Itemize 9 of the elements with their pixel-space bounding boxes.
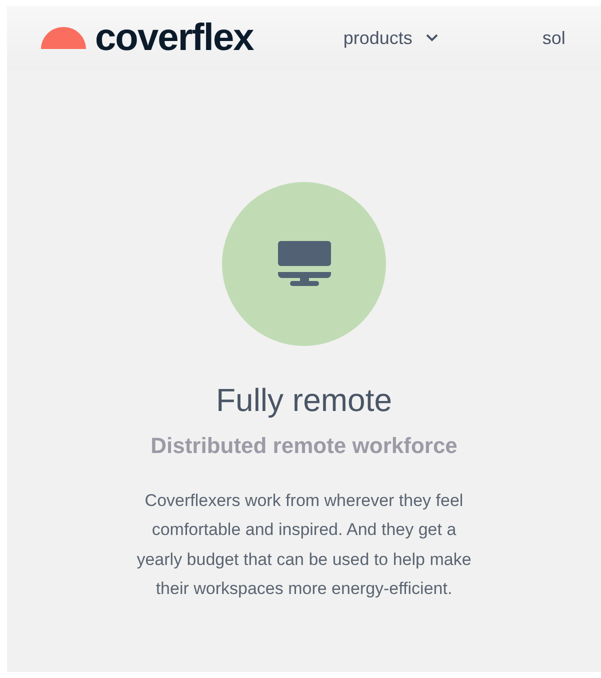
logo-icon xyxy=(41,27,86,49)
nav-link[interactable]: sol xyxy=(542,24,566,52)
feature-title: Fully remote xyxy=(216,381,392,420)
feature-subtitle: Distributed remote workforce xyxy=(150,432,458,460)
monitor-icon xyxy=(278,241,330,287)
chevron-down-icon xyxy=(426,34,438,42)
nav-link[interactable]: products xyxy=(343,24,438,52)
logo-text[interactable]: coverflex xyxy=(95,19,254,57)
feature-description: Coverflexers work from wherever they feel comfortable and inspired. And they get a yearly budget that can be used to help make their workspaces more energy-efficient. xyxy=(136,490,472,600)
